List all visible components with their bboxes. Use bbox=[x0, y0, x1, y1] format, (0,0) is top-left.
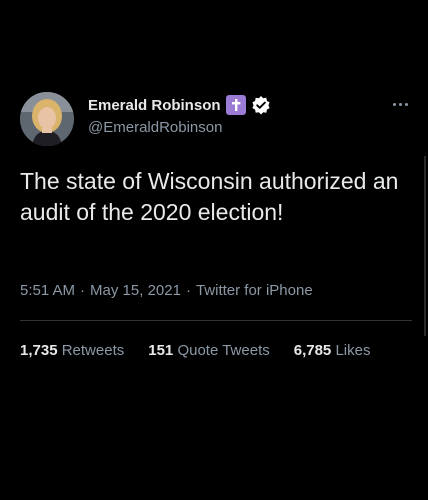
engagement-stats: 1,735 Retweets 151 Quote Tweets 6,785 Li… bbox=[20, 342, 370, 359]
meta-separator: · bbox=[185, 282, 191, 299]
author-handle[interactable]: @EmeraldRobinson bbox=[88, 119, 222, 136]
tweet-source[interactable]: Twitter for iPhone bbox=[196, 282, 313, 299]
tweet-date[interactable]: May 15, 2021 bbox=[90, 282, 181, 299]
more-dot-icon bbox=[404, 102, 408, 106]
scroll-edge bbox=[424, 156, 426, 336]
more-dot-icon bbox=[392, 102, 396, 106]
cross-icon bbox=[225, 95, 246, 115]
tweet-text: The state of Wisconsin authorized an aud… bbox=[20, 168, 399, 225]
retweets-stat[interactable]: 1,735 Retweets bbox=[20, 342, 124, 359]
tweet-meta: 5:51 AM · May 15, 2021 · Twitter for iPhone bbox=[20, 282, 313, 299]
likes-label: Likes bbox=[335, 342, 371, 359]
retweets-count: 1,735 bbox=[20, 342, 58, 359]
display-name[interactable]: Emerald Robinson bbox=[88, 97, 221, 114]
likes-count: 6,785 bbox=[293, 342, 332, 359]
avatar[interactable] bbox=[20, 92, 74, 146]
divider bbox=[20, 320, 412, 321]
quote-tweets-count: 151 bbox=[148, 342, 174, 359]
verified-icon bbox=[251, 95, 271, 115]
quote-tweets-stat[interactable]: 151 Quote Tweets bbox=[148, 342, 269, 359]
likes-stat[interactable]: 6,785 Likes bbox=[294, 342, 371, 359]
quote-tweets-label: Quote Tweets bbox=[177, 342, 270, 359]
tweet-detail: Emerald Robinson @EmeraldRobinson The st… bbox=[0, 0, 428, 500]
meta-separator: · bbox=[80, 282, 86, 299]
tweet-time[interactable]: 5:51 AM bbox=[20, 282, 75, 299]
author-name-row: Emerald Robinson bbox=[88, 95, 271, 115]
more-options-button[interactable] bbox=[388, 96, 412, 112]
retweets-label: Retweets bbox=[61, 342, 125, 359]
more-dot-icon bbox=[398, 102, 402, 106]
profile-photo-icon bbox=[20, 92, 74, 146]
